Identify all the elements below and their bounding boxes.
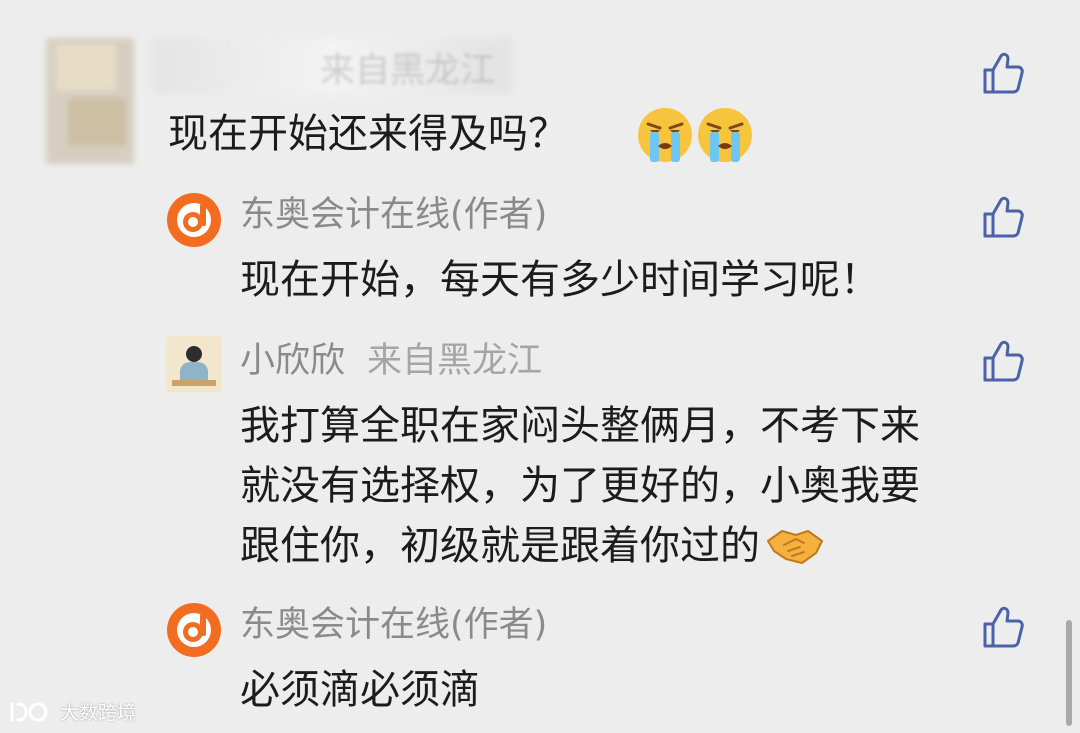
comment-line: 就没有选择权，为了更好的，小奥我要	[240, 463, 920, 509]
comment-line: 我打算全职在家闷头整俩月，不考下来	[240, 403, 920, 449]
crying-face-icon	[636, 106, 694, 164]
like-icon[interactable]	[980, 338, 1026, 384]
avatar-brand-logo[interactable]	[166, 192, 222, 248]
comment-text: 现在开始还来得及吗？	[168, 111, 568, 157]
comment-line: 跟住你，初级就是跟着你过的	[240, 518, 920, 574]
handshake-icon	[766, 525, 824, 565]
comment-text: 现在开始，每天有多少时间学习呢！	[240, 257, 880, 303]
author-name: 小欣欣	[240, 341, 346, 381]
avatar[interactable]	[166, 336, 222, 392]
comment-author: 东奥会计在线(作者)	[240, 195, 548, 235]
comment-author: 来自黑龙江	[320, 51, 496, 91]
author-location: 来自黑龙江	[367, 341, 543, 381]
avatar-blurred[interactable]	[46, 38, 134, 164]
watermark: 大数跨境	[8, 698, 136, 725]
comment-text: 必须滴必须滴	[240, 667, 480, 713]
like-icon[interactable]	[980, 50, 1026, 96]
watermark-text: 大数跨境	[60, 702, 137, 724]
watermark-logo-icon	[10, 702, 48, 721]
avatar-brand-logo[interactable]	[166, 602, 222, 658]
comment-author: 小欣欣 来自黑龙江	[240, 344, 542, 379]
comment-author: 东奥会计在线(作者)	[240, 605, 548, 645]
comment-text: 我打算全职在家闷头整俩月，不考下来 就没有选择权，为了更好的，小奥我要 跟住你，…	[240, 398, 920, 574]
scrollbar[interactable]	[1066, 620, 1072, 726]
like-icon[interactable]	[980, 194, 1026, 240]
crying-face-icon	[696, 106, 754, 164]
like-icon[interactable]	[980, 604, 1026, 650]
